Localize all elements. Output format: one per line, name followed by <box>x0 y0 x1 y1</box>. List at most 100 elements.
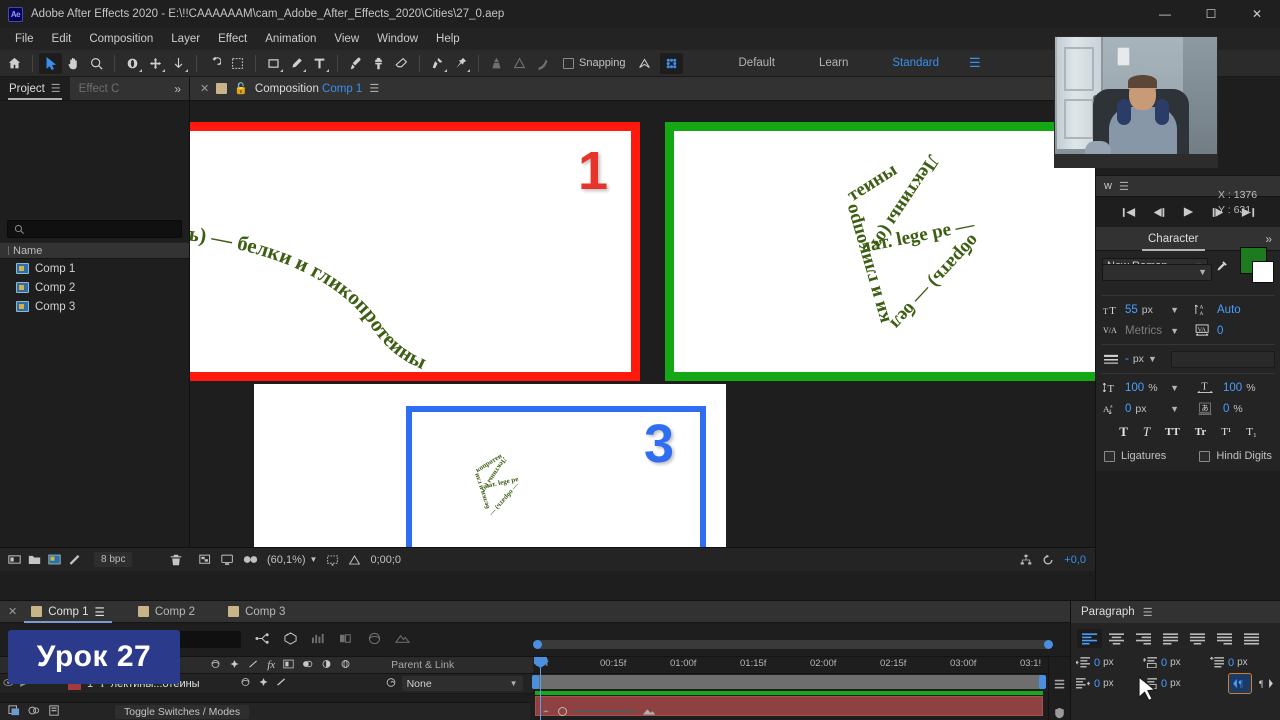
eraser-tool-icon[interactable] <box>390 53 413 74</box>
timeline-horizontal-scrollbar[interactable] <box>533 640 1053 649</box>
ligatures-control[interactable]: Ligatures <box>1104 450 1166 462</box>
menu-view[interactable]: View <box>325 30 368 48</box>
slide-2[interactable]: Лектины (от лат. lege ре — обрать) — бел… <box>665 122 1095 381</box>
chevron-down-icon[interactable]: ▼ <box>1170 383 1183 393</box>
style-bold-button[interactable]: T <box>1119 424 1128 440</box>
composition-canvas[interactable]: ъ) — белки и гликопротеины 1 Лектины (от… <box>190 101 1095 547</box>
snap-grid-icon[interactable] <box>659 52 683 74</box>
type-tool-icon[interactable] <box>308 53 331 74</box>
chevron-down-icon[interactable]: ▼ <box>1148 354 1161 364</box>
frame-blend-icon[interactable] <box>339 632 354 648</box>
zoom-slider-track[interactable] <box>573 710 636 712</box>
layer-parent-cell[interactable]: None ▼ <box>379 676 529 691</box>
comp-flowchart-icon[interactable] <box>1020 554 1032 566</box>
selection-tool-icon[interactable] <box>39 52 62 74</box>
menu-effect[interactable]: Effect <box>209 30 256 48</box>
region-of-interest-button-icon[interactable] <box>326 554 339 566</box>
space-before-field[interactable]: 0 px <box>1142 652 1209 673</box>
justify-last-left-button[interactable] <box>1158 629 1183 648</box>
new-composition-icon[interactable] <box>48 554 61 565</box>
stroke-type-select[interactable] <box>1170 350 1275 368</box>
eyedropper-icon[interactable] <box>1212 260 1230 273</box>
horizontal-scale-field[interactable]: T 100 % <box>1188 377 1280 398</box>
first-line-indent-field[interactable]: 0 px <box>1209 652 1276 673</box>
indent-right-field[interactable]: 0 px <box>1075 673 1142 694</box>
indent-left-field[interactable]: 0 px <box>1075 652 1142 673</box>
comp-mini-flowchart-icon[interactable] <box>1054 679 1065 693</box>
column-parent-link[interactable]: Parent & Link <box>391 659 454 671</box>
menu-layer[interactable]: Layer <box>162 30 209 48</box>
reset-exposure-icon[interactable] <box>1042 554 1054 566</box>
ltr-direction-button[interactable]: ¶ <box>1228 673 1252 694</box>
snapping-control[interactable]: Snapping <box>563 57 626 69</box>
rtl-direction-button[interactable]: ¶ <box>1254 674 1276 693</box>
hindi-digits-checkbox[interactable] <box>1199 450 1211 462</box>
exposure-offset-value[interactable]: +0,0 <box>1064 554 1086 566</box>
minimize-button[interactable]: — <box>1142 0 1188 28</box>
brush-tool-icon[interactable] <box>344 53 367 74</box>
timeline-menu-icon[interactable]: ☰ <box>95 605 105 619</box>
align-left-button[interactable] <box>1077 629 1102 648</box>
panel-menu-icon[interactable]: ☰ <box>51 82 61 95</box>
pen-tool-icon[interactable] <box>285 53 308 74</box>
font-size-field[interactable]: TT 55 px ▼ <box>1096 299 1188 320</box>
work-area-bar[interactable] <box>532 675 1046 689</box>
delete-icon[interactable] <box>170 554 182 566</box>
bit-depth-label[interactable]: 8 bpc <box>94 552 133 567</box>
chevron-down-icon[interactable]: ▼ <box>310 555 318 564</box>
first-frame-icon[interactable] <box>1122 207 1136 218</box>
justify-last-center-button[interactable] <box>1185 629 1210 648</box>
kerning-field[interactable]: V/A Metrics ▼ <box>1096 320 1188 341</box>
tab-effect-controls[interactable]: Effect C <box>70 77 129 100</box>
motion-blur-icon[interactable] <box>311 632 326 648</box>
align-right-button[interactable] <box>1131 629 1156 648</box>
3d-renderer-icon[interactable] <box>283 631 298 648</box>
region-of-interest-icon[interactable] <box>226 53 249 74</box>
grid-guides-icon[interactable] <box>348 554 361 566</box>
font-style-select[interactable]: ▼ <box>1102 263 1212 281</box>
home-icon[interactable] <box>3 53 26 74</box>
project-item-comp1[interactable]: Comp 1 <box>0 259 189 278</box>
workspace-default[interactable]: Default <box>717 53 797 73</box>
baseline-shift-field[interactable]: Aa 0 px ▼ <box>1096 398 1188 419</box>
menu-file[interactable]: File <box>6 30 43 48</box>
new-folder-icon[interactable] <box>28 554 41 565</box>
project-settings-icon[interactable] <box>8 554 21 565</box>
snap-arrow-icon[interactable] <box>633 53 656 74</box>
layer-collapse-icon[interactable] <box>258 677 269 690</box>
paragraph-panel-menu-icon[interactable]: ☰ <box>1143 606 1153 619</box>
composition-mini-icon[interactable] <box>28 705 40 719</box>
project-item-comp3[interactable]: Comp 3 <box>0 297 189 316</box>
stroke-color-swatch[interactable] <box>1252 261 1274 283</box>
chevron-down-icon[interactable]: ▼ <box>1170 404 1183 414</box>
chevron-down-icon[interactable]: ▼ <box>1198 267 1207 277</box>
leading-field[interactable]: AA Auto <box>1188 299 1280 320</box>
clone-stamp-tool-icon[interactable] <box>367 53 390 74</box>
chevron-down-icon[interactable]: ▼ <box>1170 305 1183 315</box>
puppet-overlap-tool-icon[interactable] <box>508 53 531 74</box>
pan-tool-icon[interactable] <box>144 53 167 74</box>
toggle-switches-modes-button[interactable]: Toggle Switches / Modes <box>115 704 250 719</box>
close-icon[interactable]: ✕ <box>200 82 209 95</box>
composition-menu-icon[interactable]: ☰ <box>369 82 379 95</box>
snapping-checkbox[interactable] <box>563 57 574 69</box>
align-center-button[interactable] <box>1104 629 1129 648</box>
orbit-tool-icon[interactable] <box>121 53 144 74</box>
chevron-down-icon[interactable]: ▼ <box>1170 326 1183 336</box>
zoom-slider-knob[interactable] <box>558 706 567 716</box>
timeline-tab-comp2[interactable]: Comp 2 <box>131 601 202 623</box>
timeline-ruler[interactable]: 00f 00:15f 01:00f 01:15f 02:00f 02:15f 0… <box>533 657 1070 674</box>
previous-frame-icon[interactable] <box>1152 207 1166 218</box>
preview-tab-label[interactable]: w <box>1104 180 1112 192</box>
menu-edit[interactable]: Edit <box>43 30 81 48</box>
menu-animation[interactable]: Animation <box>256 30 325 48</box>
tracking-field[interactable]: VA 0 <box>1188 320 1280 341</box>
workspace-standard[interactable]: Standard <box>870 53 961 73</box>
layer-quality-icon[interactable] <box>276 677 287 690</box>
layer-shy-icon[interactable] <box>240 677 251 690</box>
timeline-tab-comp3[interactable]: Comp 3 <box>221 601 292 623</box>
3d-glasses-icon[interactable] <box>243 554 258 565</box>
work-area-end-handle[interactable] <box>1039 675 1046 689</box>
slide-3[interactable]: Лектины (от лат. lege ре — обрать) — бел… <box>254 384 726 547</box>
brainstorm-icon[interactable] <box>394 632 410 648</box>
